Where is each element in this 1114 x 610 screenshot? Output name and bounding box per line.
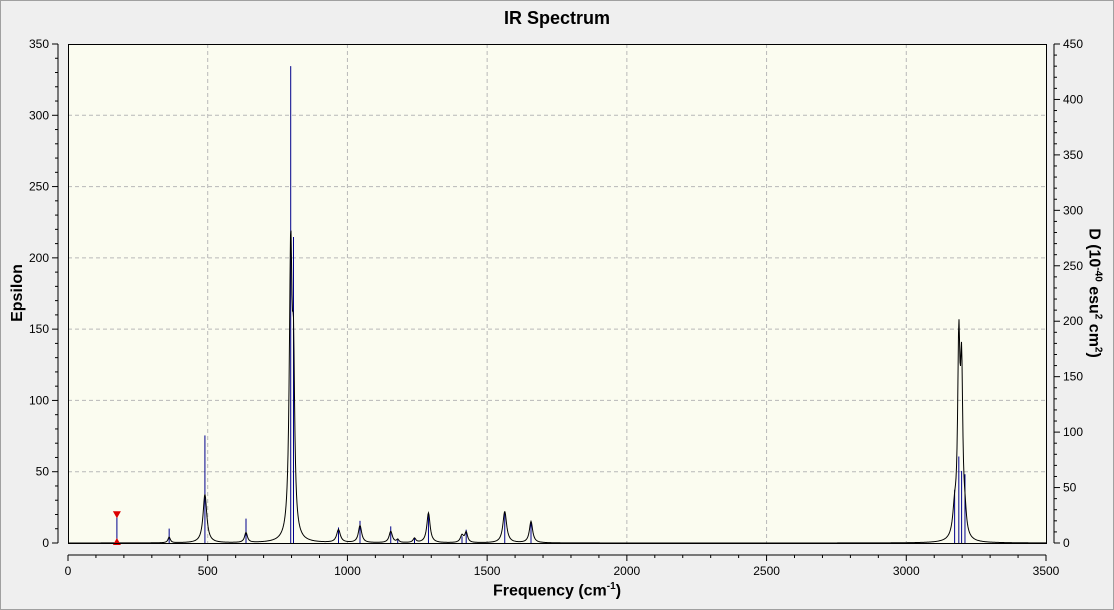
x-tick-label: 3000 bbox=[893, 564, 920, 578]
x-tick-label: 2000 bbox=[614, 564, 641, 578]
x-tick-label: 500 bbox=[198, 564, 218, 578]
plot-area[interactable]: 0 500 1000 1500 2000 2500 3000 3500050100150200… bbox=[0, 0, 1114, 610]
y-tick-label: 50 bbox=[36, 465, 50, 479]
y-tick-label: 0 bbox=[42, 536, 49, 550]
y2-tick-label: 100 bbox=[1063, 425, 1083, 439]
y2-tick-label: 450 bbox=[1063, 37, 1083, 51]
y-tick-label: 100 bbox=[29, 393, 49, 407]
y2-tick-label: 350 bbox=[1063, 148, 1083, 162]
y-tick-label: 200 bbox=[29, 251, 49, 265]
y2-tick-label: 300 bbox=[1063, 203, 1083, 217]
y-tick-label: 300 bbox=[29, 108, 49, 122]
y-tick-label: 250 bbox=[29, 180, 49, 194]
plot-background bbox=[68, 44, 1046, 543]
x-tick-label: 1500 bbox=[474, 564, 501, 578]
y2-tick-label: 150 bbox=[1063, 370, 1083, 384]
x-tick-label: 0 bbox=[65, 564, 72, 578]
y-tick-label: 150 bbox=[29, 322, 49, 336]
x-tick-label: 3500 bbox=[1033, 564, 1060, 578]
x-tick-label: 2500 bbox=[753, 564, 780, 578]
x-tick-label: 1000 bbox=[334, 564, 361, 578]
y2-tick-label: 250 bbox=[1063, 259, 1083, 273]
y-tick-label: 350 bbox=[29, 37, 49, 51]
y2-tick-label: 50 bbox=[1063, 481, 1077, 495]
y2-tick-label: 0 bbox=[1063, 536, 1070, 550]
y2-tick-label: 400 bbox=[1063, 92, 1083, 106]
y2-tick-label: 200 bbox=[1063, 314, 1083, 328]
